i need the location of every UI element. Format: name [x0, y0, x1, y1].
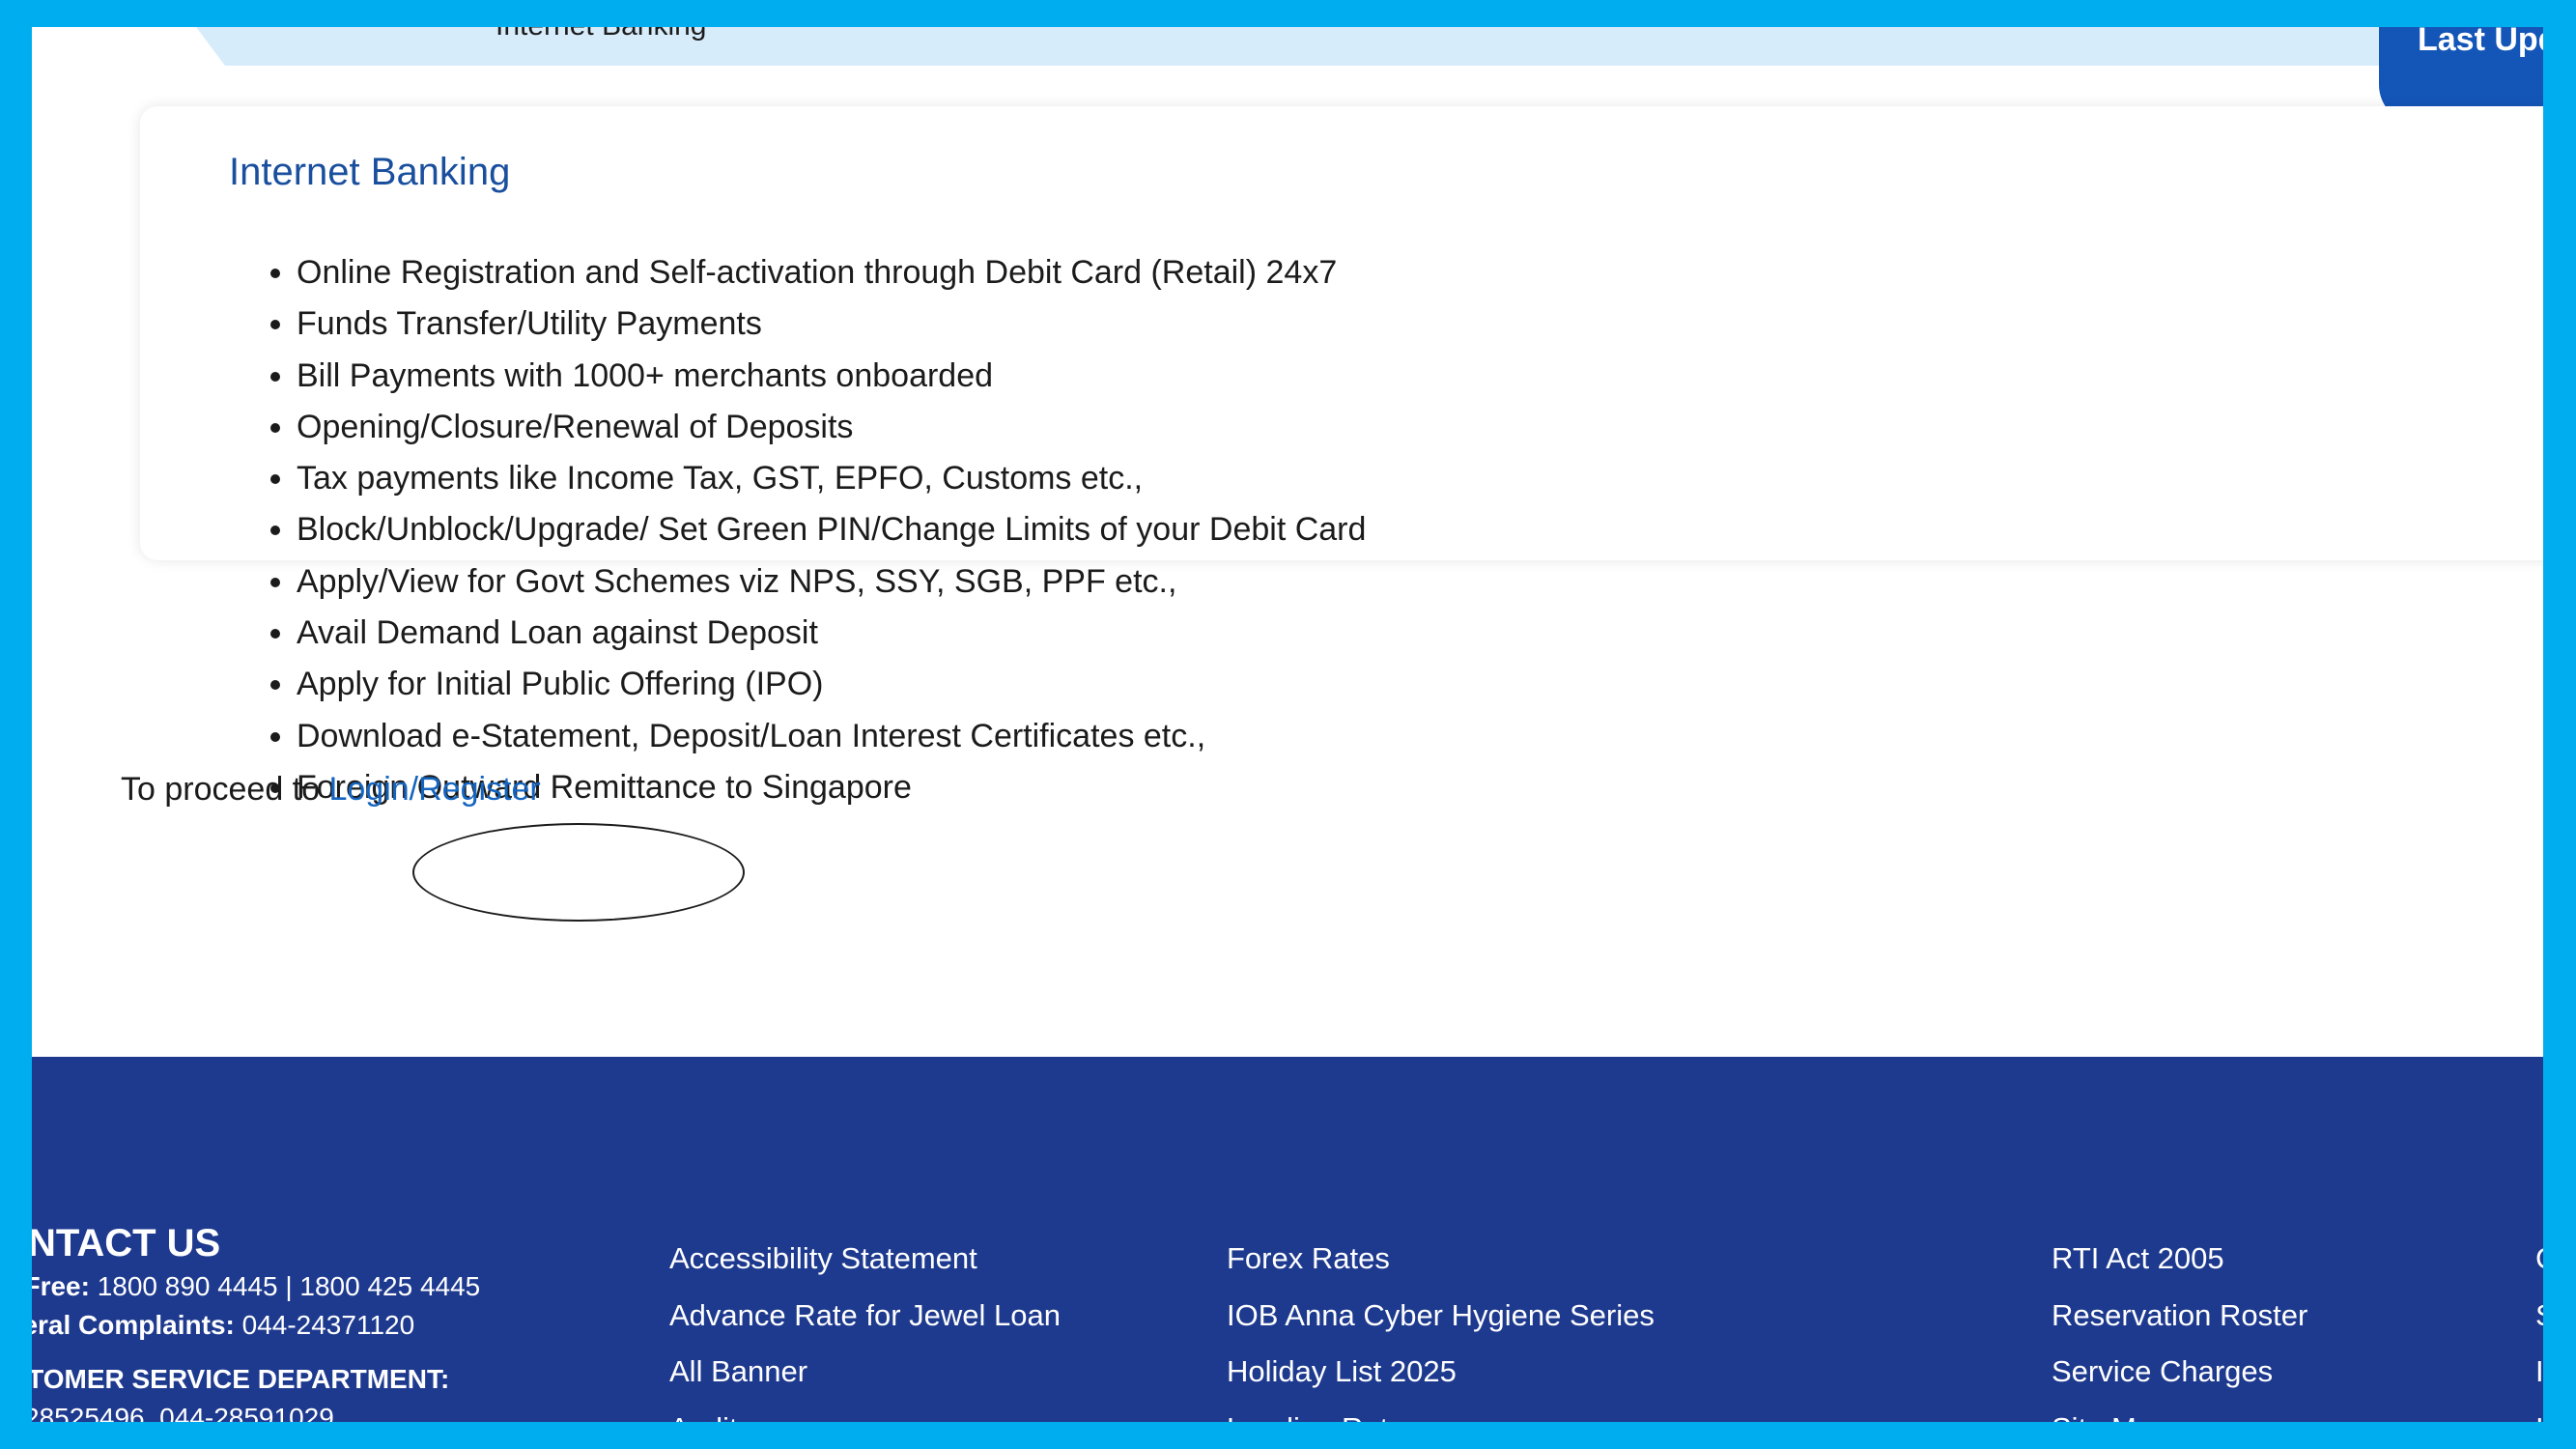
toll-free-line: Toll Free: 1800 890 4445 | 1800 425 4445: [32, 1267, 480, 1306]
list-item: Apply for Initial Public Offering (IPO): [297, 659, 1366, 710]
footer-link[interactable]: Lending Rates: [1227, 1401, 1655, 1423]
complaints-number: 044-24371120: [234, 1310, 415, 1340]
list-item: Funds Transfer/Utility Payments: [297, 298, 1366, 350]
footer-link[interactable]: S: [2535, 1288, 2543, 1345]
customer-service-title: CUSTOMER SERVICE DEPARTMENT:: [32, 1364, 450, 1394]
last-updated-label: Last Updated: [2418, 27, 2543, 58]
feature-list: Online Registration and Self-activation …: [229, 247, 1366, 813]
footer-link[interactable]: C: [2535, 1231, 2543, 1288]
footer-link[interactable]: IOB Anna Cyber Hygiene Series: [1227, 1288, 1655, 1345]
contact-us-block: CONTACT US Toll Free: 1800 890 4445 | 18…: [32, 1219, 480, 1422]
footer-links-col-4: C S I I: [2535, 1231, 2543, 1422]
login-register-link[interactable]: Login/Register: [328, 771, 540, 808]
footer-link[interactable]: Site Map: [2052, 1401, 2307, 1423]
proceed-line: To proceed to Login/Register: [121, 771, 541, 809]
footer-link[interactable]: I: [2535, 1344, 2543, 1401]
top-strip-text: Internet Banking: [495, 27, 706, 43]
footer-link[interactable]: I: [2535, 1401, 2543, 1423]
footer-link[interactable]: Service Charges: [2052, 1344, 2307, 1401]
footer-link[interactable]: Holiday List 2025: [1227, 1344, 1655, 1401]
footer-links-col-2: Forex Rates IOB Anna Cyber Hygiene Serie…: [1227, 1231, 1655, 1422]
footer-link[interactable]: Forex Rates: [1227, 1231, 1655, 1288]
footer-link[interactable]: All Banner: [669, 1344, 1061, 1401]
footer: CONTACT US Toll Free: 1800 890 4445 | 18…: [32, 1057, 2543, 1422]
page-viewport: Internet Banking Last Updated Internet B…: [32, 27, 2543, 1422]
highlight-circle-annotation: [412, 823, 745, 922]
footer-link[interactable]: Reservation Roster: [2052, 1288, 2307, 1345]
list-item: Avail Demand Loan against Deposit: [297, 608, 1366, 659]
footer-links-col-1: Accessibility Statement Advance Rate for…: [669, 1231, 1061, 1422]
complaints-line: General Complaints: 044-24371120: [32, 1306, 480, 1345]
footer-link[interactable]: RTI Act 2005: [2052, 1231, 2307, 1288]
list-item: Block/Unblock/Upgrade/ Set Green PIN/Cha…: [297, 504, 1366, 555]
list-item: Bill Payments with 1000+ merchants onboa…: [297, 351, 1366, 402]
footer-link[interactable]: Accessibility Statement: [669, 1231, 1061, 1288]
internet-banking-card: Internet Banking Online Registration and…: [140, 106, 2543, 806]
list-item: Online Registration and Self-activation …: [297, 247, 1366, 298]
contact-us-title: CONTACT US: [32, 1222, 221, 1264]
footer-link[interactable]: Auditors: [669, 1401, 1061, 1423]
list-item: Tax payments like Income Tax, GST, EPFO,…: [297, 453, 1366, 504]
toll-free-label: Toll Free:: [32, 1271, 90, 1301]
complaints-label: General Complaints:: [32, 1310, 235, 1340]
footer-links-col-3: RTI Act 2005 Reservation Roster Service …: [2052, 1231, 2307, 1422]
card-title: Internet Banking: [229, 151, 511, 193]
list-item: Opening/Closure/Renewal of Deposits: [297, 402, 1366, 453]
list-item: Download e-Statement, Deposit/Loan Inter…: [297, 711, 1366, 762]
proceed-text: To proceed to: [121, 771, 329, 808]
top-info-strip: Internet Banking: [196, 27, 2543, 66]
toll-free-numbers: 1800 890 4445 | 1800 425 4445: [89, 1271, 481, 1301]
footer-link[interactable]: Advance Rate for Jewel Loan: [669, 1288, 1061, 1345]
customer-service-phone: 044-28525496, 044-28591029: [32, 1403, 334, 1422]
list-item: Apply/View for Govt Schemes viz NPS, SSY…: [297, 556, 1366, 608]
